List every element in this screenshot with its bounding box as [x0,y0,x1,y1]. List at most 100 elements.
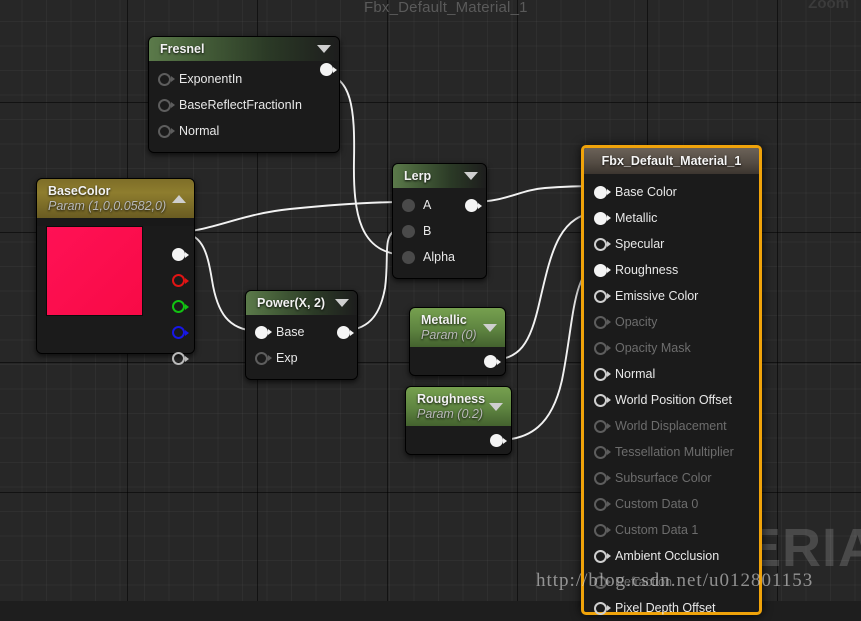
pin-label: Opacity Mask [615,341,691,355]
input-pin-icon [594,315,611,329]
pin-label: World Displacement [615,419,727,433]
pin-label: A [423,198,432,212]
color-swatch[interactable] [46,226,143,316]
chevron-down-icon[interactable] [335,299,349,307]
input-pin-icon[interactable] [594,185,611,199]
input-pin-icon [594,497,611,511]
node-basecolor-subtitle: Param (1,0,0.0582,0) [48,199,167,213]
node-metallic-subtitle: Param (0) [421,328,477,342]
node-metallic-body [410,347,505,375]
pin-row-alpha[interactable]: Alpha [393,244,486,270]
pin-row-world-position-offset[interactable]: World Position Offset [584,387,759,413]
input-pin-icon[interactable] [594,549,611,563]
pin-label: Emissive Color [615,289,699,303]
pin-label: Exp [276,351,298,365]
pin-row-custom-data-1: Custom Data 1 [584,517,759,543]
input-pin-icon [594,471,611,485]
input-pin-icon[interactable] [255,351,272,365]
input-pin-icon[interactable] [158,72,175,86]
node-material-title: Fbx_Default_Material_1 [601,154,742,168]
node-fresnel-header[interactable]: Fresnel [149,37,339,61]
pin-label: Opacity [615,315,658,329]
output-pin-r[interactable] [172,274,189,287]
node-roughness[interactable]: Roughness Param (0.2) [405,386,512,455]
pin-row-exponentin[interactable]: ExponentIn [149,66,339,92]
output-pin-power[interactable] [337,326,354,339]
input-pin-icon[interactable] [594,601,611,615]
pin-row-world-displacement: World Displacement [584,413,759,439]
node-metallic[interactable]: Metallic Param (0) [409,307,506,376]
input-pin-icon[interactable] [402,198,415,212]
pin-row-normal[interactable]: Normal [149,118,339,144]
input-pin-icon[interactable] [402,224,415,238]
pin-row-b[interactable]: B [393,218,486,244]
node-fresnel[interactable]: Fresnel ExponentIn BaseReflectFractionIn… [148,36,340,153]
chevron-down-icon[interactable] [464,172,478,180]
node-fresnel-title: Fresnel [160,42,205,56]
node-lerp[interactable]: Lerp A B Alpha [392,163,487,279]
chevron-down-icon[interactable] [489,402,503,411]
pin-label: Subsurface Color [615,471,712,485]
pin-label: Normal [179,124,220,138]
pin-row-pixel-depth-offset[interactable]: Pixel Depth Offset [584,595,759,621]
output-pin-g[interactable] [172,300,189,313]
zoom-level-label: Zoom [808,0,849,12]
node-metallic-title: Metallic [421,313,467,327]
pin-row-specular[interactable]: Specular [584,231,759,257]
chevron-down-icon[interactable] [317,45,331,53]
output-pin-fresnel[interactable] [320,63,337,76]
node-lerp-header[interactable]: Lerp [393,164,486,188]
pin-row-basereflectfractionin[interactable]: BaseReflectFractionIn [149,92,339,118]
pin-label: Alpha [423,250,455,264]
material-graph-canvas[interactable]: Fbx_Default_Material_1 Zoom Fresnel Expo… [0,0,861,615]
pin-row-normal[interactable]: Normal [584,361,759,387]
output-pin-roughness[interactable] [490,434,507,447]
pin-row-base-color[interactable]: Base Color [584,179,759,205]
output-pin-a[interactable] [172,352,189,365]
wire-basecolor-to-lerp-a [175,201,405,233]
pin-label: Roughness [615,263,679,277]
output-pin-metallic[interactable] [484,355,501,368]
pin-label: Specular [615,237,665,251]
node-fresnel-body: ExponentIn BaseReflectFractionIn Normal [149,61,339,152]
input-pin-icon[interactable] [594,211,611,225]
node-basecolor-title: BaseColor [48,184,111,198]
chevron-up-icon[interactable] [172,194,186,203]
node-fbx-default-material[interactable]: Fbx_Default_Material_1 Base Color Metall… [581,145,762,615]
pin-row-emissive-color[interactable]: Emissive Color [584,283,759,309]
node-roughness-header[interactable]: Roughness Param (0.2) [406,387,511,426]
node-material-header[interactable]: Fbx_Default_Material_1 [584,148,759,174]
pin-row-exp[interactable]: Exp [246,345,357,371]
pin-row-ambient-occlusion[interactable]: Ambient Occlusion [584,543,759,569]
input-pin-icon [594,575,611,589]
pin-row-metallic[interactable]: Metallic [584,205,759,231]
input-pin-icon[interactable] [594,237,611,251]
node-basecolor[interactable]: BaseColor Param (1,0,0.0582,0) [36,178,195,365]
input-pin-icon[interactable] [594,263,611,277]
node-basecolor-header[interactable]: BaseColor Param (1,0,0.0582,0) [37,179,194,218]
input-pin-icon[interactable] [594,367,611,381]
input-pin-icon[interactable] [594,289,611,303]
pin-row-opacity-mask: Opacity Mask [584,335,759,361]
node-lerp-title: Lerp [404,169,432,183]
input-pin-icon[interactable] [158,98,175,112]
pin-label: Metallic [615,211,658,225]
pin-label: ExponentIn [179,72,243,86]
pin-row-roughness[interactable]: Roughness [584,257,759,283]
node-power-header[interactable]: Power(X, 2) [246,291,357,315]
input-pin-icon[interactable] [158,124,175,138]
output-pin-lerp[interactable] [465,199,482,212]
node-power[interactable]: Power(X, 2) Base Exp [245,290,358,380]
input-pin-icon[interactable] [402,250,415,264]
chevron-down-icon[interactable] [483,323,497,332]
output-pin-rgba[interactable] [172,248,189,261]
input-pin-icon[interactable] [255,325,272,339]
pin-row-opacity: Opacity [584,309,759,335]
node-roughness-subtitle: Param (0.2) [417,407,483,421]
input-pin-icon [594,523,611,537]
node-metallic-header[interactable]: Metallic Param (0) [410,308,505,347]
pin-label: Refraction [615,575,672,589]
input-pin-icon[interactable] [594,393,611,407]
output-pin-b[interactable] [172,326,189,339]
node-roughness-title: Roughness [417,392,486,406]
